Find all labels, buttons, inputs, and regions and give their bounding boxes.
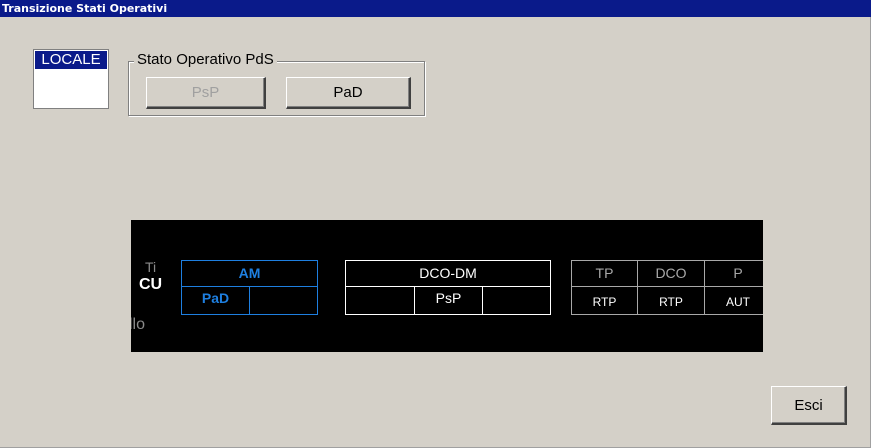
- dco-header: DCO: [637, 260, 705, 287]
- am-cell-pad: PaD: [181, 286, 250, 315]
- pad-button[interactable]: PaD: [286, 77, 411, 109]
- psp-button[interactable]: PsP: [146, 77, 266, 109]
- locale-label: LOCALE: [35, 51, 107, 69]
- status-panel: Ti CU llo AM PaD DCO-DM PsP TP DCO P RTP…: [131, 220, 763, 352]
- dialog-window: Transizione Stati Operativi LOCALE Stato…: [0, 0, 871, 448]
- am-cell-empty: [249, 286, 318, 315]
- dco-dm-header: DCO-DM: [345, 260, 551, 287]
- side-label-cu: CU: [139, 276, 163, 293]
- window-title: Transizione Stati Operativi: [0, 0, 871, 17]
- dco-rtp-cell: RTP: [637, 286, 705, 315]
- p-header: P: [704, 260, 763, 287]
- tp-header: TP: [571, 260, 638, 287]
- p-aut-cell: AUT: [704, 286, 763, 315]
- side-label-ti: Ti: [145, 259, 157, 275]
- locale-indicator: LOCALE: [33, 49, 109, 109]
- am-header: AM: [181, 260, 318, 287]
- dco-dm-cell-3: [482, 286, 551, 315]
- esci-button[interactable]: Esci: [771, 386, 847, 425]
- dco-dm-cell-1: [345, 286, 415, 315]
- dco-dm-cell-psp: PsP: [414, 286, 483, 315]
- tp-rtp-cell: RTP: [571, 286, 638, 315]
- stato-operativo-legend: Stato Operativo PdS: [134, 51, 277, 69]
- side-label-llo: llo: [131, 316, 146, 333]
